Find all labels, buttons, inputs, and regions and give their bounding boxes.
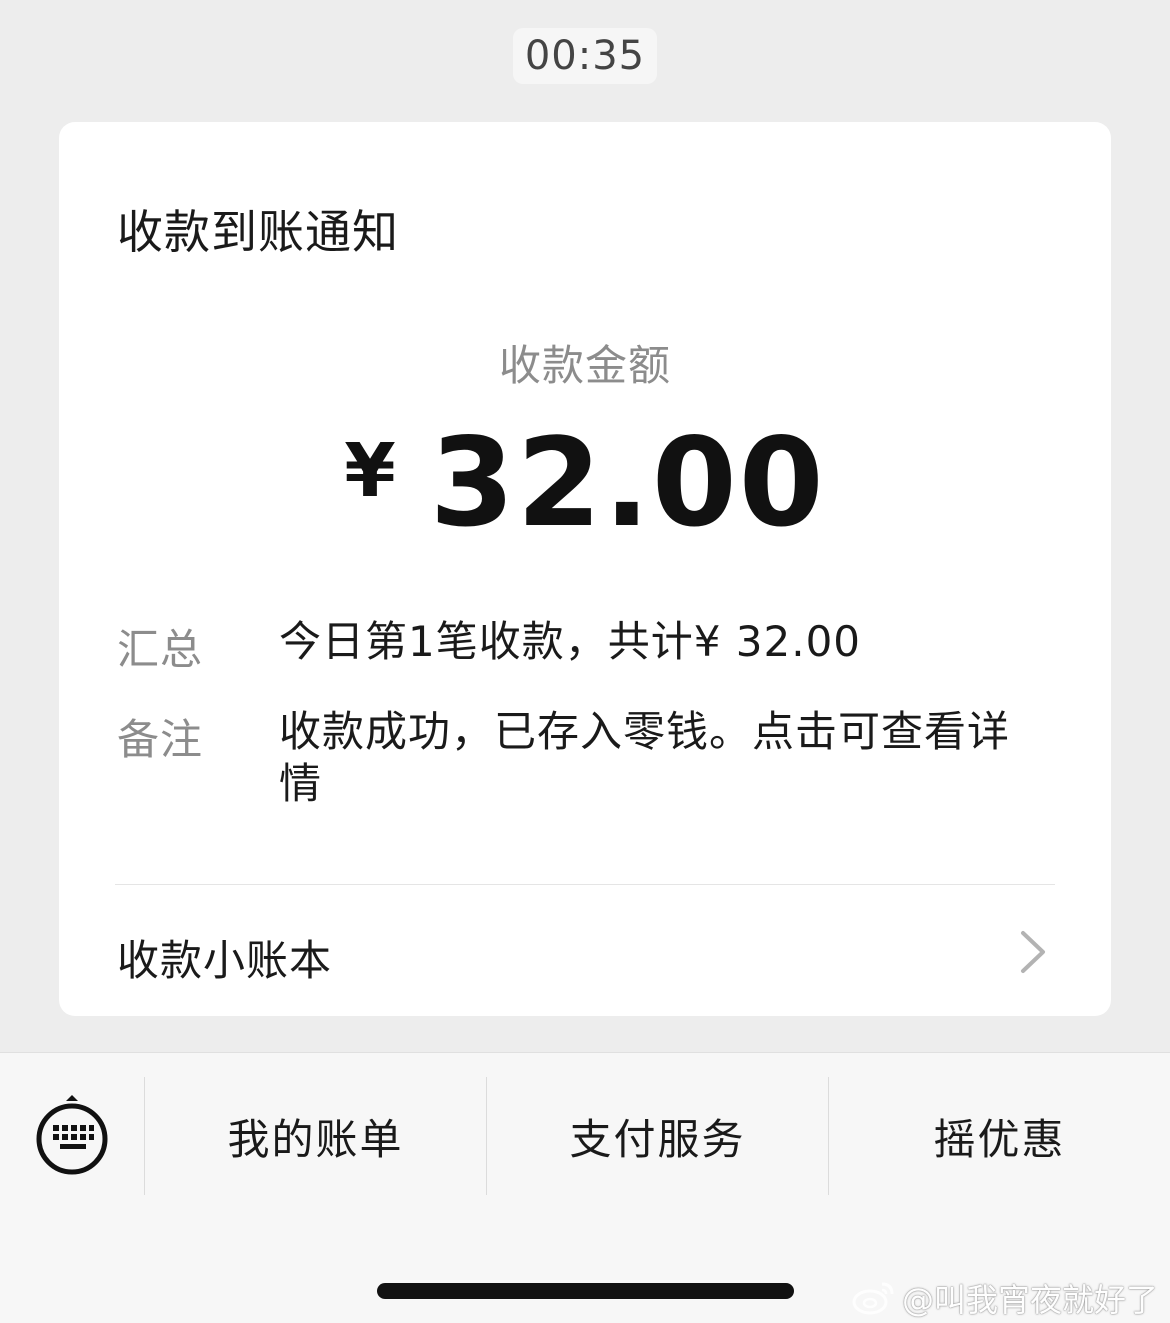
- amount: ¥ 32.00: [59, 422, 1111, 544]
- card-title: 收款到账通知: [117, 205, 399, 259]
- menu-shake-discounts[interactable]: 摇优惠: [829, 1077, 1170, 1195]
- weibo-icon: [852, 1282, 894, 1315]
- ledger-link[interactable]: 收款小账本: [59, 885, 1111, 1016]
- home-indicator[interactable]: [377, 1283, 794, 1299]
- chevron-right-icon: [1021, 931, 1045, 973]
- summary-value: 今日第1笔收款，共计¥ 32.00: [279, 617, 862, 666]
- keyboard-icon[interactable]: [34, 1093, 110, 1177]
- watermark-text: @叫我宵夜就好了: [901, 1281, 1158, 1319]
- bottom-menu-bar: 我的账单 支付服务 摇优惠 @叫我宵夜就好了: [0, 1052, 1170, 1323]
- ledger-label: 收款小账本: [117, 936, 333, 985]
- amount-value: 32.00: [429, 412, 826, 554]
- payment-notification-card[interactable]: 收款到账通知 收款金额 ¥ 32.00 汇总 今日第1笔收款，共计¥ 32.00…: [59, 122, 1111, 1016]
- timestamp: 00:35: [513, 28, 657, 84]
- summary-label: 汇总: [117, 625, 204, 674]
- note-label: 备注: [117, 715, 204, 764]
- watermark: @叫我宵夜就好了: [852, 1275, 1158, 1321]
- amount-label: 收款金额: [498, 341, 671, 390]
- menu-my-bills[interactable]: 我的账单: [145, 1077, 486, 1195]
- note-value: 收款成功，已存入零钱。点击可查看详情: [279, 707, 1011, 808]
- menu-payment-services[interactable]: 支付服务: [487, 1077, 828, 1195]
- currency-symbol: ¥: [344, 428, 396, 514]
